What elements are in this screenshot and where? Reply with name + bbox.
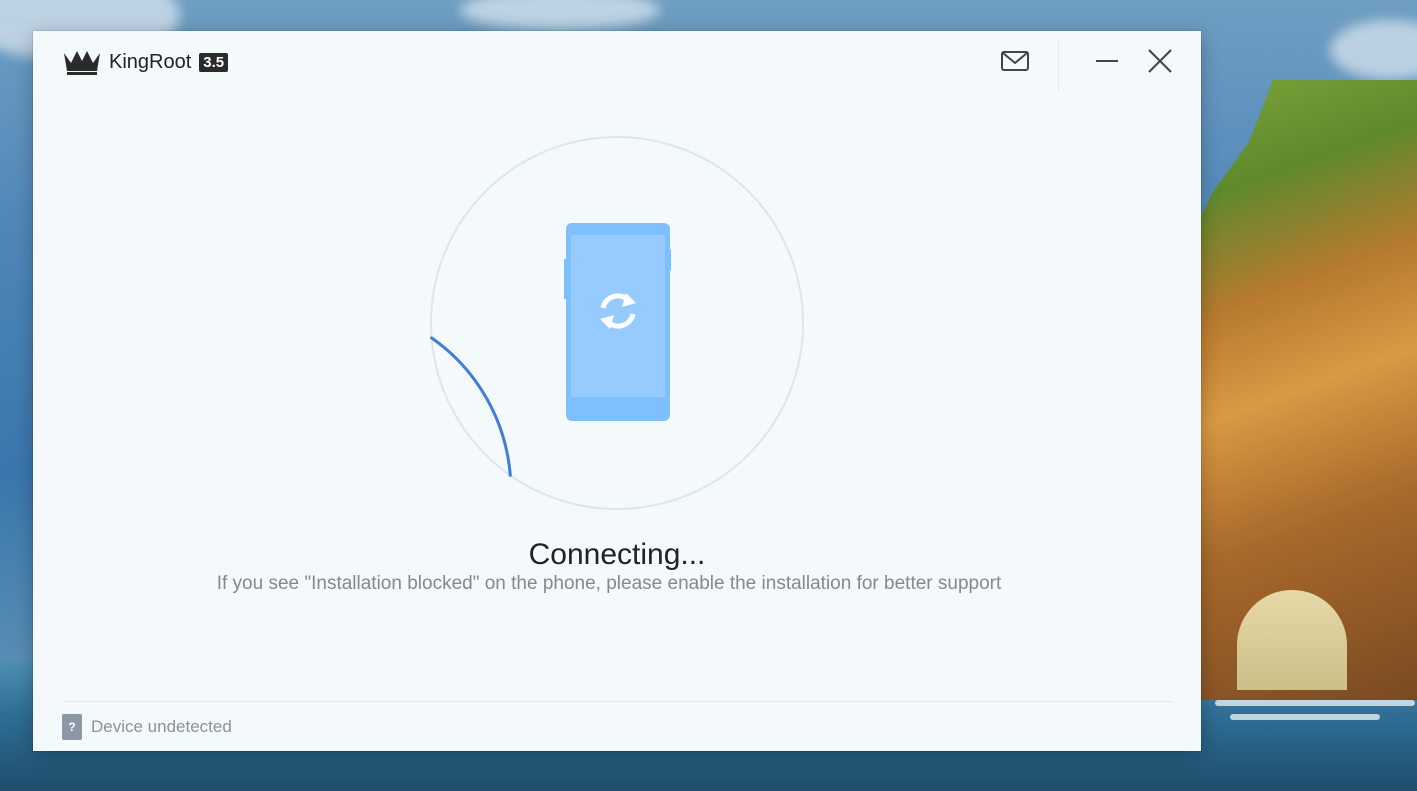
app-name: KingRoot <box>109 50 192 73</box>
version-badge: 3.5 <box>199 52 229 72</box>
progress-arc <box>430 336 512 477</box>
phone-icon <box>564 223 671 421</box>
titlebar[interactable]: KingRoot 3.5 <box>33 31 1201 91</box>
device-status-text: Device undetected <box>91 717 232 736</box>
mail-button[interactable] <box>998 45 1032 77</box>
app-logo: KingRoot 3.5 <box>61 47 229 77</box>
footer-divider <box>62 701 1173 702</box>
rock-arch <box>1237 590 1347 690</box>
mail-icon <box>1001 51 1029 71</box>
minimize-button[interactable] <box>1090 45 1124 77</box>
close-icon <box>1148 49 1172 73</box>
kingroot-window: KingRoot 3.5 Connecting... If you see "I… <box>33 31 1201 751</box>
minimize-icon <box>1096 60 1118 62</box>
device-status[interactable]: ? Device undetected <box>62 714 232 740</box>
close-button[interactable] <box>1143 45 1177 77</box>
titlebar-divider <box>1058 41 1059 91</box>
status-hint: If you see "Installation blocked" on the… <box>216 573 1002 594</box>
crown-icon <box>64 51 100 75</box>
status-title: Connecting... <box>528 538 706 571</box>
help-badge[interactable]: ? <box>62 714 82 740</box>
